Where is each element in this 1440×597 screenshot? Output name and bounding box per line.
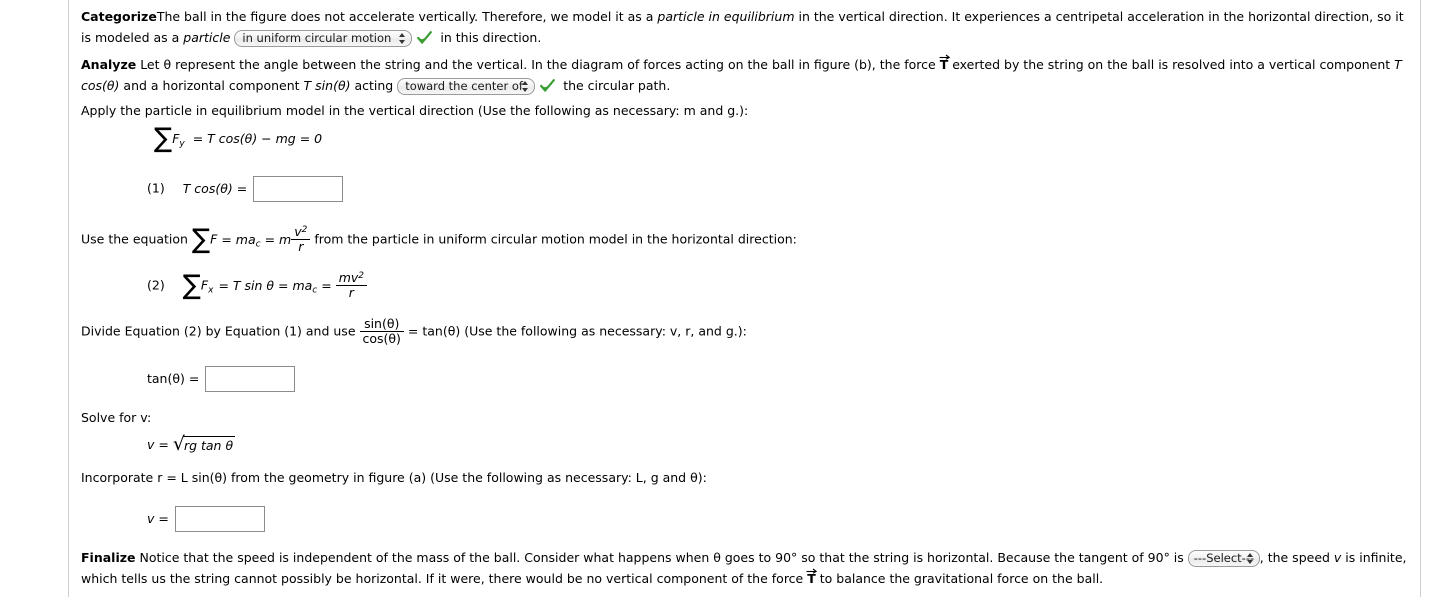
right-margin-rule <box>1420 0 1421 597</box>
use-equation-eq2: = m <box>264 231 292 247</box>
use-equation-line: Use the equation ∑F = mac = m v2 r from the … <box>81 223 797 255</box>
vector-T-symbol: T <box>939 54 950 76</box>
categorize-text-before: The ball in the figure does not accelera… <box>156 9 658 24</box>
finalize-tangent-select[interactable]: ---Select--- <box>1187 550 1260 567</box>
incorporate-prompt: Incorporate r = L sin(θ) from the geomet… <box>81 470 707 485</box>
answer-label-tcos: T cos(θ) = <box>182 180 248 196</box>
divide-text-2: = tan(θ) (Use the following as necessary… <box>403 323 747 339</box>
analyze-text-5: the circular path. <box>563 77 671 93</box>
analyze-heading: Analyze <box>81 57 137 72</box>
stepper-icon <box>399 32 406 44</box>
square-root-expression: √rg tan θ <box>173 435 236 455</box>
finalize-tangent-select-value: ---Select--- <box>1193 551 1255 565</box>
fraction-numerator-exponent: 2 <box>301 225 308 235</box>
divide-text-1: Divide Equation (2) by Equation (1) and … <box>81 323 360 339</box>
analyze-text-3: and a horizontal component <box>119 77 304 93</box>
finalize-heading: Finalize <box>81 550 136 565</box>
equation-number-1: (1) <box>147 180 165 196</box>
answer-label-v: v = <box>147 510 169 526</box>
categorize-heading: Categorize <box>81 9 157 24</box>
analyze-direction-select-value: toward the center of <box>405 78 523 93</box>
radicand: rg tan θ <box>183 438 234 453</box>
finalize-paragraph: Finalize Notice that the speed is indepe… <box>81 548 1411 589</box>
vector-T-symbol: T <box>806 568 818 590</box>
analyze-text-1: Let θ represent the angle between the st… <box>140 57 940 72</box>
answer-row-tan: tan(θ) = <box>147 366 296 392</box>
left-margin-rule <box>68 0 69 597</box>
equation-2-sub: x <box>208 285 214 296</box>
fraction-numerator-exponent: 2 <box>358 271 365 281</box>
equation-sum-fy-sub: y <box>179 139 185 149</box>
fraction-v2-over-r: v2 r <box>291 224 311 254</box>
categorize-italic-2: particle <box>183 29 231 45</box>
answer-row-v: v = <box>147 506 265 532</box>
v-input[interactable] <box>174 506 265 532</box>
vector-arrow-icon <box>939 46 950 60</box>
finalize-text-4: to balance the gravitational force on th… <box>815 570 1104 586</box>
use-equation-mid: = ma <box>221 231 256 247</box>
tan-theta-input[interactable] <box>205 366 296 392</box>
fraction-numerator: mv <box>338 270 359 285</box>
divide-equation-line: Divide Equation (2) by Equation (1) and … <box>81 316 747 346</box>
solve-prompt: Solve for v: <box>81 410 152 425</box>
categorize-italic-1: particle in equilibrium <box>657 9 795 24</box>
vector-arrow-icon <box>806 560 818 574</box>
apply-prompt: Apply the particle in equilibrium model … <box>81 103 749 118</box>
checkmark-icon <box>417 31 433 45</box>
categorize-model-select-value: in uniform circular motion <box>242 30 392 45</box>
equation-2-part1: = T sin θ = ma <box>218 277 313 293</box>
summation-symbol: ∑ <box>191 223 211 255</box>
summation-symbol: ∑ <box>154 123 173 154</box>
categorize-model-select[interactable]: in uniform circular motion <box>234 29 413 47</box>
finalize-text-1: Notice that the speed is independent of … <box>139 550 1188 565</box>
equation-2-part1-sub: c <box>312 285 318 296</box>
worksheet-page: CategorizeThe ball in the figure does no… <box>0 0 1440 597</box>
use-equation-suffix: from the particle in uniform circular mo… <box>310 231 797 247</box>
equation-2-equals: = <box>321 277 332 293</box>
summation-symbol: ∑ <box>182 269 201 301</box>
analyze-text-2: exerted by the string on the ball is res… <box>948 57 1395 72</box>
use-equation-mid-sub: c <box>255 239 261 250</box>
equation-row-2: (2) ∑Fx = T sin θ = mac = mv2 r <box>147 269 368 301</box>
solve-lhs: v = <box>147 437 173 452</box>
analyze-component-horizontal: T sin(θ) <box>303 77 351 93</box>
fraction-denominator: r <box>348 284 354 300</box>
stepper-icon <box>1246 553 1254 565</box>
stepper-icon <box>522 80 529 92</box>
categorize-paragraph: CategorizeThe ball in the figure does no… <box>81 7 1411 48</box>
use-equation-prefix: Use the equation <box>81 231 192 247</box>
categorize-text-after: in this direction. <box>440 29 542 45</box>
use-equation-var: F <box>210 231 218 247</box>
fraction-mv2-over-r: mv2 r <box>335 270 368 300</box>
answer-row-1: (1) T cos(θ) = <box>147 176 344 202</box>
tcos-theta-input[interactable] <box>253 176 344 202</box>
checkmark-icon <box>540 79 556 93</box>
equation-number-2: (2) <box>147 277 165 293</box>
analyze-direction-select[interactable]: toward the center of <box>397 77 536 95</box>
fraction-numerator: sin(θ) <box>364 316 400 331</box>
analyze-paragraph: Analyze Let θ represent the angle betwee… <box>81 54 1411 96</box>
fraction-sin-over-cos: sin(θ) cos(θ) <box>359 316 404 346</box>
equation-v-sqrt: v = √rg tan θ <box>147 435 236 455</box>
analyze-text-4: acting <box>350 77 398 93</box>
finalize-text-2: , the speed <box>1259 550 1334 565</box>
answer-label-tan: tan(θ) = <box>147 370 200 386</box>
equation-sum-fy: ∑Fy = T cos(θ) − mg = 0 <box>154 125 323 152</box>
fraction-denominator: r <box>298 238 304 254</box>
fraction-denominator: cos(θ) <box>362 330 401 346</box>
equation-sum-fy-rest: = T cos(θ) − mg = 0 <box>192 131 323 146</box>
fraction-numerator: v <box>294 224 302 239</box>
